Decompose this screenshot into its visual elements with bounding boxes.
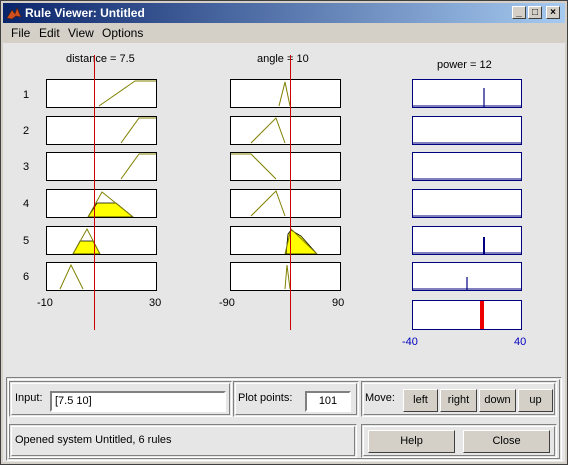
output-spike	[413, 88, 521, 107]
angle-min-tick: -90	[219, 297, 235, 309]
menu-view[interactable]: View	[68, 26, 94, 40]
mf-curve	[278, 81, 291, 107]
output-spike	[413, 142, 521, 144]
distance-min-tick: -10	[37, 297, 53, 309]
mf-curve	[284, 228, 318, 255]
rule-viewer-window: Rule Viewer: Untitled _ □ × File Edit Vi…	[0, 0, 568, 465]
mf-curve	[284, 264, 291, 290]
rule-2-distance-plot[interactable]	[46, 116, 157, 145]
plot-points-field[interactable]: 101	[305, 391, 351, 412]
rule-4-angle-plot[interactable]	[230, 189, 341, 218]
menu-edit[interactable]: Edit	[39, 26, 60, 40]
aggregated-output-plot	[412, 300, 522, 330]
close-window-button[interactable]: ×	[546, 6, 560, 19]
plot-points-label: Plot points:	[238, 392, 293, 404]
rule-5-distance-plot[interactable]	[46, 226, 157, 255]
rule-number: 4	[23, 198, 30, 210]
menu-file[interactable]: File	[11, 26, 30, 40]
output-label-power: power = 12	[437, 59, 492, 71]
rule-3-power-plot	[412, 152, 522, 181]
output-spike	[413, 178, 521, 180]
move-group: Move: left right down up	[361, 381, 557, 417]
rule-3-angle-plot[interactable]	[230, 152, 341, 181]
input-group: Input: [7.5 10]	[9, 381, 232, 417]
mf-curve	[120, 153, 156, 180]
rule-5-angle-plot[interactable]	[230, 226, 341, 255]
mf-curve	[72, 227, 101, 255]
output-spike	[413, 215, 521, 217]
minimize-button[interactable]: _	[512, 6, 526, 19]
move-right-button[interactable]: right	[440, 389, 477, 412]
input-label-angle: angle = 10	[257, 53, 309, 65]
matlab-logo-icon	[6, 7, 22, 20]
move-down-button[interactable]: down	[479, 389, 516, 412]
rule-1-power-plot	[412, 79, 522, 108]
mf-curve	[250, 117, 286, 144]
input-field[interactable]: [7.5 10]	[50, 391, 226, 412]
rule-6-distance-plot[interactable]	[46, 262, 157, 291]
mf-curve	[98, 80, 156, 107]
help-button[interactable]: Help	[368, 430, 455, 453]
status-text: Opened system Untitled, 6 rules	[15, 434, 172, 446]
power-max-tick: 40	[514, 336, 527, 348]
angle-input-indicator[interactable]	[290, 55, 291, 330]
mf-curve	[120, 117, 156, 144]
rule-5-power-plot	[412, 226, 522, 255]
rule-6-angle-plot[interactable]	[230, 262, 341, 291]
mf-curve	[87, 191, 135, 218]
rule-number: 3	[23, 161, 30, 173]
menu-options[interactable]: Options	[102, 26, 143, 40]
move-left-button[interactable]: left	[403, 389, 438, 412]
output-spike	[413, 237, 521, 254]
rule-2-angle-plot[interactable]	[230, 116, 341, 145]
rule-3-distance-plot[interactable]	[46, 152, 157, 181]
rule-2-power-plot	[412, 116, 522, 145]
angle-max-tick: 90	[332, 297, 345, 309]
menu-bar: File Edit View Options	[3, 24, 565, 42]
rule-4-distance-plot[interactable]	[46, 189, 157, 218]
rule-number: 2	[23, 125, 30, 137]
move-label: Move:	[365, 392, 395, 404]
close-button[interactable]: Close	[463, 430, 550, 453]
rule-1-distance-plot[interactable]	[46, 79, 157, 108]
mf-curve	[59, 263, 84, 290]
distance-input-indicator[interactable]	[94, 55, 95, 330]
rule-6-power-plot	[412, 262, 522, 291]
output-value-marker	[480, 301, 484, 329]
rule-1-angle-plot[interactable]	[230, 79, 341, 108]
title-bar: Rule Viewer: Untitled _ □ ×	[3, 3, 565, 23]
rule-number: 6	[23, 271, 30, 283]
input-label-distance: distance = 7.5	[66, 53, 135, 65]
maximize-button[interactable]: □	[528, 6, 542, 19]
buttons-group: Help Close	[361, 424, 557, 458]
input-label: Input:	[15, 392, 43, 404]
plot-points-group: Plot points: 101	[233, 381, 359, 417]
distance-max-tick: 30	[149, 297, 162, 309]
power-min-tick: -40	[402, 336, 418, 348]
mf-curve	[250, 190, 286, 217]
rule-number: 5	[23, 235, 30, 247]
rule-number: 1	[23, 89, 30, 101]
mf-curve	[231, 153, 277, 180]
move-up-button[interactable]: up	[518, 389, 553, 412]
output-spike	[413, 277, 521, 290]
window-title: Rule Viewer: Untitled	[25, 6, 145, 20]
status-group: Opened system Untitled, 6 rules	[9, 424, 357, 458]
rule-4-power-plot	[412, 189, 522, 218]
